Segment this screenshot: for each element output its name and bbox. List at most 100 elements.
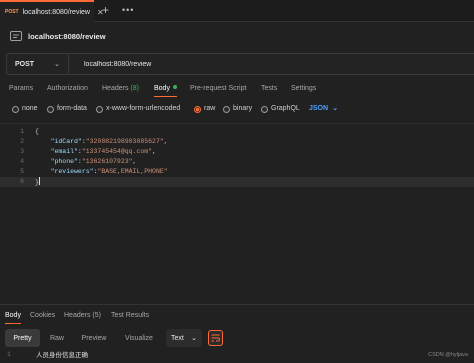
radio-icon: [47, 105, 54, 113]
line-number: 4: [20, 158, 24, 165]
code-text: }: [35, 177, 40, 188]
tab-authorization[interactable]: Authorization: [47, 82, 88, 95]
watermark: CSDN @hyljava: [428, 352, 468, 358]
code-line: 3 "email":"133745454@qq.com",: [0, 147, 474, 157]
radio-raw[interactable]: raw: [194, 102, 215, 116]
brace-open: {: [35, 128, 39, 135]
plus-icon[interactable]: +: [102, 3, 109, 17]
json-key: "phone": [50, 158, 78, 165]
line-number: 1: [20, 128, 24, 135]
tab-strip: POST localhost:8080/review ✕ + •••: [0, 0, 474, 22]
response-tab-cookies[interactable]: Cookies: [30, 310, 55, 322]
radio-form-data[interactable]: form-data: [47, 102, 87, 116]
tab-params[interactable]: Params: [9, 82, 33, 95]
json-key: "idCard": [50, 138, 82, 145]
status-dot-icon: [172, 85, 177, 89]
view-visualize-button[interactable]: Visualize: [119, 329, 159, 347]
url-bar: POST ⌄: [6, 53, 474, 75]
response-tabs: Body Cookies Headers (5) Test Results: [0, 310, 474, 324]
json-comma: ,: [132, 158, 137, 165]
code-line: 2 "idCard":"320882198903085627",: [0, 137, 474, 147]
tab-settings[interactable]: Settings: [291, 82, 316, 95]
response-tab-body[interactable]: Body: [5, 310, 21, 324]
code-line: 1 {: [0, 127, 474, 137]
text-cursor: [38, 177, 40, 185]
radio-binary[interactable]: binary: [223, 102, 252, 116]
tab-pre-request-script[interactable]: Pre-request Script: [190, 82, 246, 95]
line-number: 2: [20, 138, 24, 145]
chevron-down-icon: ⌄: [191, 335, 197, 342]
request-tab[interactable]: POST localhost:8080/review ✕: [0, 0, 104, 22]
json-key: "email": [50, 148, 78, 155]
code-text: {: [35, 127, 39, 137]
tab-headers-count: (8): [130, 85, 139, 92]
response-text: 人员身份信息正确: [36, 351, 88, 359]
tab-headers-label: Headers: [102, 85, 129, 92]
line-number: 5: [20, 168, 24, 175]
wrap-icon: [211, 334, 220, 342]
request-name[interactable]: localhost:8080/review: [28, 32, 106, 41]
chevron-down-icon: ⌄: [332, 105, 338, 112]
line-number: 6: [20, 178, 24, 185]
response-view-bar: Pretty Raw Preview Visualize Text ⌄: [0, 329, 474, 347]
radio-label: GraphQL: [271, 105, 300, 112]
request-tabs: Params Authorization Headers (8) Body Pr…: [0, 82, 474, 97]
radio-graphql[interactable]: GraphQL: [261, 102, 300, 116]
more-icon[interactable]: •••: [122, 4, 134, 16]
response-tab-headers-count: (5): [92, 312, 101, 319]
code-text: "phone":"13626107923",: [50, 158, 137, 165]
language-label: JSON: [309, 105, 329, 112]
line-number: 1: [7, 351, 11, 358]
format-label: Text: [171, 334, 184, 342]
method-label: POST: [15, 60, 35, 68]
json-key: "reviewers": [50, 168, 94, 175]
chevron-down-icon: ⌄: [54, 61, 60, 68]
view-preview-button[interactable]: Preview: [76, 329, 112, 347]
radio-icon: [12, 105, 19, 113]
format-select[interactable]: Text ⌄: [166, 329, 202, 347]
json-value: "133745454@qq.com": [81, 148, 153, 155]
code-text: "email":"133745454@qq.com",: [50, 148, 156, 155]
code-line: 5 "reviewers":"BASE,EMAIL,PHONE": [0, 167, 474, 177]
response-tab-headers[interactable]: Headers (5): [64, 310, 101, 322]
code-line: 4 "phone":"13626107923",: [0, 157, 474, 167]
request-body-editor[interactable]: 1 { 2 "idCard":"320882198903085627", 3 "…: [0, 123, 474, 304]
json-comma: ,: [152, 148, 156, 155]
line-number: 3: [20, 148, 24, 155]
radio-none[interactable]: none: [12, 102, 38, 116]
tab-tests[interactable]: Tests: [261, 82, 277, 95]
tab-body-label: Body: [154, 85, 170, 92]
response-tab-headers-label: Headers: [64, 312, 91, 319]
tab-headers[interactable]: Headers (8): [102, 82, 139, 95]
json-value: "13626107923": [81, 158, 133, 165]
radio-label: raw: [204, 105, 216, 112]
json-value: "BASE,EMAIL,PHONE": [97, 168, 168, 175]
radio-label: none: [22, 105, 38, 112]
radio-label: binary: [233, 105, 253, 112]
radio-icon: [261, 105, 268, 113]
request-title-bar: localhost:8080/review: [10, 29, 106, 43]
tab-body[interactable]: Body: [154, 82, 177, 97]
json-value: "320882198903085627": [85, 138, 164, 145]
radio-label: form-data: [57, 105, 87, 112]
panel-divider[interactable]: [0, 304, 474, 305]
view-raw-button[interactable]: Raw: [44, 329, 70, 347]
code-line-current: 6 }: [0, 177, 474, 187]
url-input[interactable]: [69, 54, 474, 74]
body-type-options: none form-data x-www-form-urlencoded raw…: [0, 102, 474, 116]
radio-icon: [223, 105, 230, 113]
method-select[interactable]: POST ⌄: [7, 54, 69, 74]
language-select[interactable]: JSON ⌄: [309, 102, 338, 116]
http-request-icon: [10, 31, 22, 41]
tab-url-label: localhost:8080/review: [22, 8, 90, 16]
radio-x-www-form-urlencoded[interactable]: x-www-form-urlencoded: [96, 102, 180, 116]
response-body[interactable]: 1 人员身份信息正确: [0, 349, 474, 361]
wrap-lines-button[interactable]: [208, 330, 223, 346]
tab-method-label: POST: [5, 9, 19, 15]
radio-selected-icon: [194, 105, 201, 113]
radio-icon: [96, 105, 103, 113]
response-tab-test-results[interactable]: Test Results: [111, 310, 149, 322]
view-pretty-button[interactable]: Pretty: [5, 329, 40, 347]
code-text: "idCard":"320882198903085627",: [50, 138, 168, 145]
radio-label: x-www-form-urlencoded: [106, 105, 181, 112]
